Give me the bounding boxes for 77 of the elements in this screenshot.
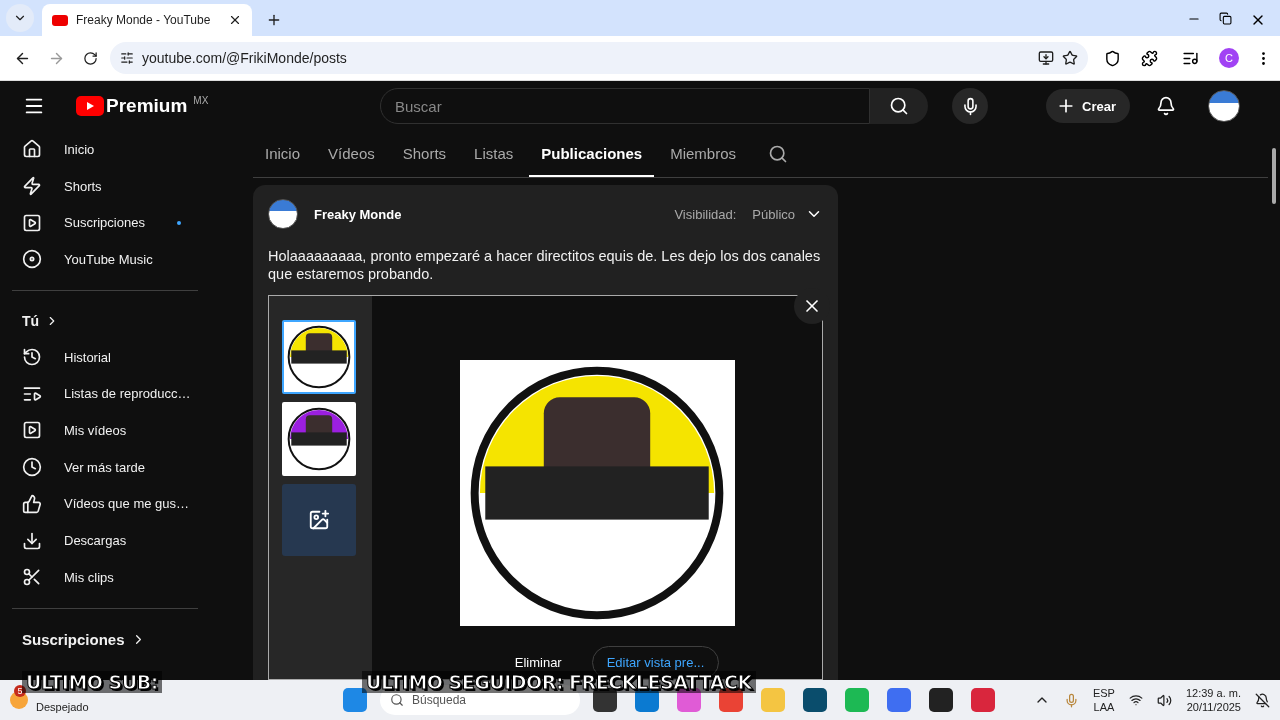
- taskbar-app-icon[interactable]: [803, 688, 827, 712]
- reload-icon[interactable]: [82, 50, 98, 66]
- taskbar-app-icon[interactable]: [929, 688, 953, 712]
- notifications-icon[interactable]: [1255, 692, 1270, 708]
- youtube-logo-icon: [76, 96, 104, 116]
- image-thumbnail[interactable]: [282, 320, 356, 394]
- bell-icon[interactable]: [1156, 96, 1176, 116]
- search-icon[interactable]: [889, 96, 909, 116]
- create-button[interactable]: Crear: [1046, 89, 1130, 123]
- sidebar-item[interactable]: Shorts: [12, 167, 198, 205]
- channel-tab[interactable]: Miembros: [658, 131, 748, 177]
- scissors-icon: [22, 567, 42, 588]
- bookmark-star-icon[interactable]: [1062, 50, 1078, 66]
- taskbar-app-icon[interactable]: [677, 688, 701, 712]
- install-icon[interactable]: [1038, 50, 1054, 66]
- sidebar-item[interactable]: Ver más tarde: [12, 448, 198, 486]
- youtube-premium-logo[interactable]: Premium MX: [76, 95, 336, 117]
- download-icon: [22, 530, 42, 551]
- site-settings-icon[interactable]: [120, 51, 134, 65]
- channel-tab[interactable]: Publicaciones: [529, 131, 655, 177]
- image-plus-icon: [308, 509, 330, 531]
- history-icon: [22, 347, 42, 368]
- home-icon: [22, 139, 42, 160]
- channel-avatar[interactable]: [1208, 90, 1240, 122]
- volume-icon[interactable]: [1156, 692, 1172, 708]
- clock[interactable]: 12:39 a. m. 20/11/2025: [1185, 686, 1241, 714]
- lightning-icon: [22, 176, 42, 197]
- plus-icon[interactable]: [266, 12, 282, 28]
- extension-icon[interactable]: [1104, 49, 1121, 67]
- play-square-icon: [22, 420, 42, 441]
- channel-tab[interactable]: Shorts: [390, 131, 459, 177]
- add-image-button[interactable]: [282, 484, 356, 556]
- channel-tab[interactable]: Vídeos: [316, 131, 387, 177]
- profile-avatar[interactable]: C: [1219, 48, 1239, 68]
- sidebar-item[interactable]: Vídeos que me gus…: [12, 485, 198, 523]
- search-button[interactable]: [870, 88, 928, 124]
- notification-badge: 5: [14, 685, 26, 697]
- language-indicator[interactable]: ESP LAA: [1092, 686, 1115, 714]
- restore-icon[interactable]: [1219, 12, 1232, 25]
- logo-image: [286, 406, 352, 472]
- thumbs-up-icon: [22, 493, 42, 514]
- taskbar-app-icon[interactable]: [635, 688, 659, 712]
- youtube-favicon-icon: [52, 14, 68, 26]
- visibility-label: Visibilidad:: [674, 206, 737, 222]
- you-section-link[interactable]: Tú: [12, 302, 198, 339]
- tab-title: Freaky Monde - YouTube: [76, 13, 212, 27]
- address-bar[interactable]: youtube.com/@FrikiMonde/posts: [110, 42, 1088, 74]
- play-square-icon: [22, 212, 42, 233]
- visibility-dropdown[interactable]: Público: [752, 205, 823, 223]
- browser-tab[interactable]: Freaky Monde - YouTube: [42, 4, 252, 36]
- delete-button[interactable]: Eliminar: [514, 655, 562, 670]
- sidebar-item[interactable]: Suscripciones: [12, 204, 198, 242]
- sidebar-item[interactable]: Historial: [12, 338, 198, 376]
- taskbar-app-icon[interactable]: [593, 688, 617, 712]
- sidebar-item[interactable]: YouTube Music: [12, 241, 198, 278]
- logo-image: [286, 324, 352, 390]
- sidebar-item[interactable]: Listas de reproducc…: [12, 375, 198, 413]
- channel-tab[interactable]: Listas: [462, 131, 526, 177]
- author-avatar: [268, 199, 298, 229]
- disc-icon: [22, 249, 42, 270]
- sidebar-item[interactable]: Mis clips: [12, 558, 198, 596]
- weather-text: Despejado: [36, 701, 89, 713]
- subscriptions-section-link[interactable]: Suscripciones: [12, 620, 198, 658]
- sidebar-item[interactable]: Descargas: [12, 522, 198, 559]
- close-icon[interactable]: [228, 13, 242, 27]
- start-button[interactable]: [343, 688, 367, 712]
- search-icon: [390, 693, 404, 707]
- sidebar-item[interactable]: Mis vídeos: [12, 412, 198, 449]
- taskbar-app-icon[interactable]: [719, 688, 743, 712]
- author-name: Freaky Monde: [314, 206, 402, 222]
- clock-icon: [22, 457, 42, 478]
- voice-search-button[interactable]: [952, 88, 988, 124]
- channel-tab[interactable]: Inicio: [253, 131, 313, 177]
- post-text[interactable]: Holaaaaaaaaa, pronto empezaré a hacer directitos equis de. Les dejo los dos canales que estaremos probando.: [268, 247, 823, 283]
- extensions-icon[interactable]: [1141, 49, 1158, 67]
- wifi-icon[interactable]: [1128, 693, 1143, 707]
- sidebar-item[interactable]: Inicio: [12, 131, 198, 168]
